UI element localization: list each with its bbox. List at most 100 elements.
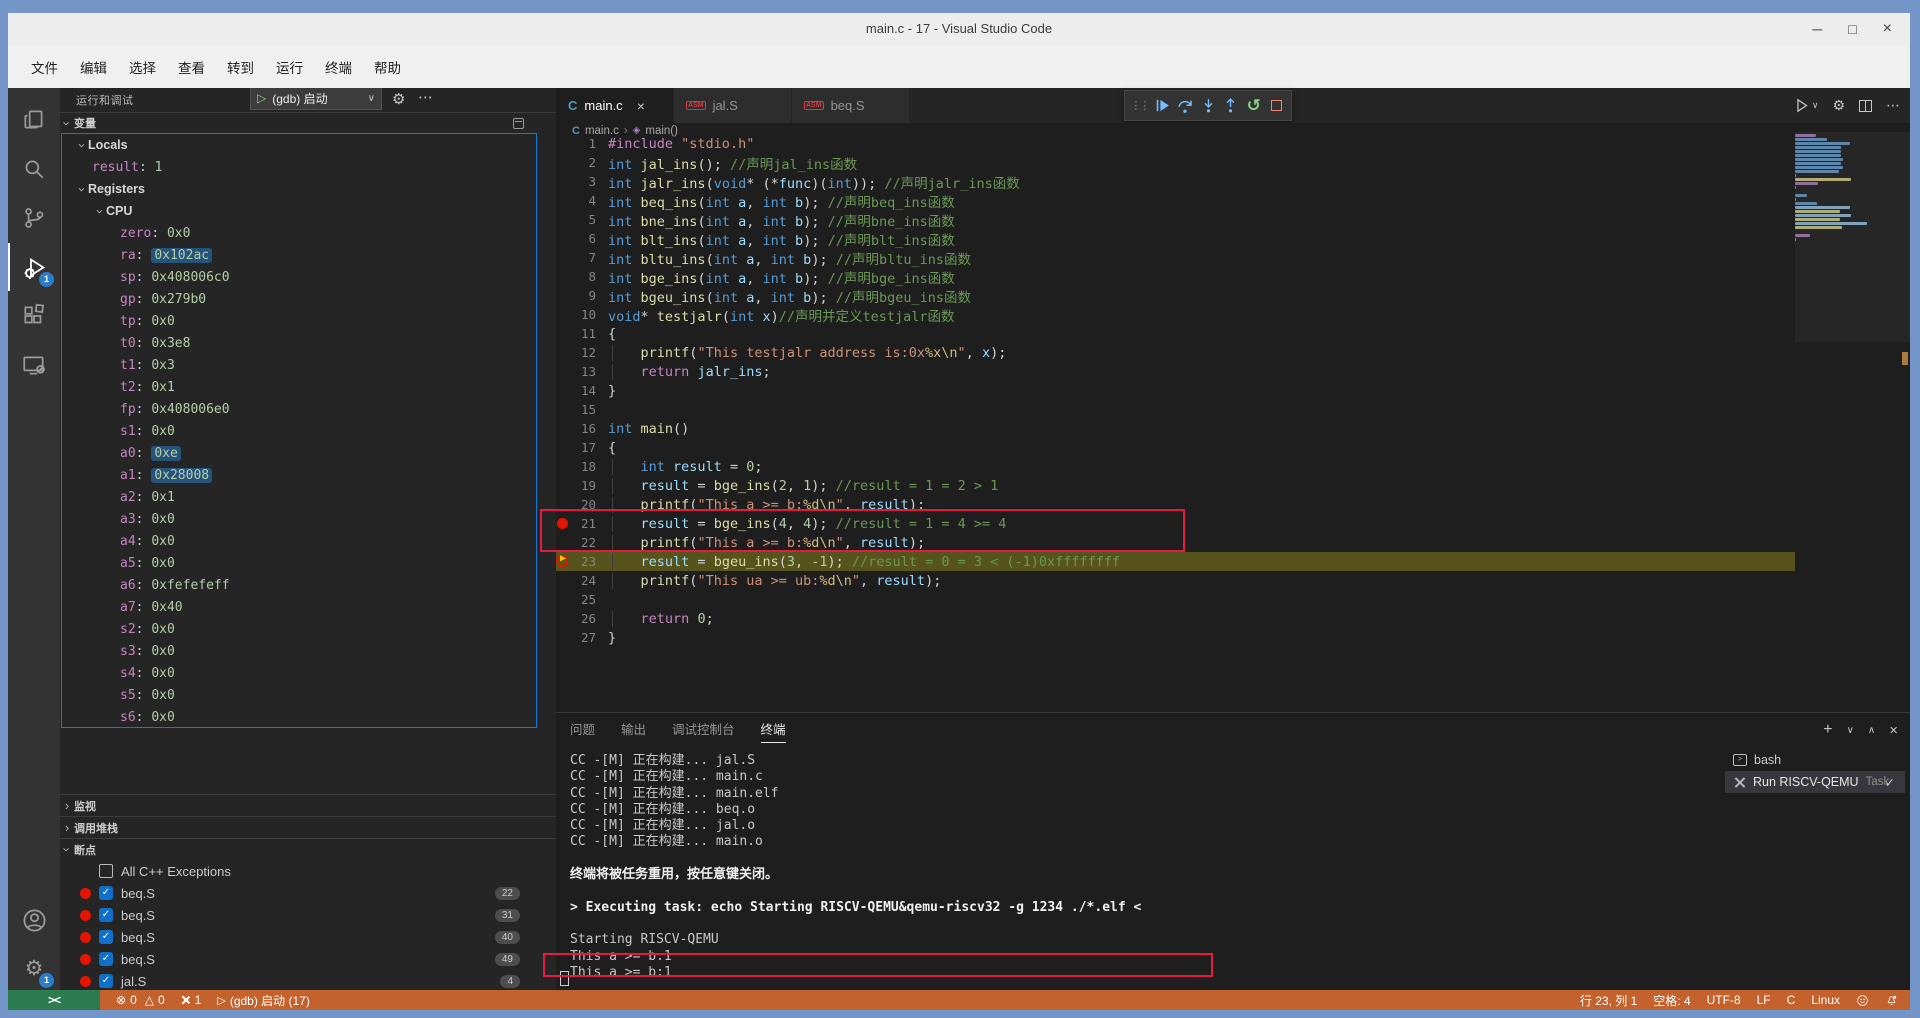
breakpoint-row[interactable]: ✓beq.S40 [60, 926, 556, 948]
continue-button[interactable] [1152, 93, 1173, 119]
code-line[interactable]: 2int jal_ins(); //声明jal_ins函数 [556, 153, 1795, 172]
code-line[interactable]: 3int jalr_ins(void* (*func)(int)); //声明j… [556, 172, 1795, 191]
menu-help[interactable]: 帮助 [365, 53, 410, 81]
explorer-icon[interactable] [8, 96, 60, 144]
indentation[interactable]: 空格: 4 [1645, 992, 1698, 1009]
start-debug-icon[interactable]: ▷ [257, 91, 266, 105]
run-or-debug-icon[interactable]: ∨ [1793, 97, 1819, 114]
code-line[interactable]: 19 result = bge_ins(2, 1); //result = 1 … [556, 476, 1795, 495]
remote-explorer-icon[interactable] [8, 341, 60, 389]
cursor-position[interactable]: 行 23, 列 1 [1572, 992, 1645, 1009]
menu-terminal[interactable]: 终端 [316, 53, 361, 81]
tab-main-c[interactable]: C main.c × [556, 88, 674, 123]
code-line[interactable]: 26 return 0; [556, 609, 1795, 628]
extensions-icon[interactable] [8, 292, 60, 340]
register-row[interactable]: a3: 0x0 [62, 508, 536, 530]
code-line[interactable]: 4int beq_ins(int a, int b); //声明beq_ins函… [556, 191, 1795, 210]
tab-problems[interactable]: 问题 [570, 719, 595, 741]
split-editor-icon[interactable] [1859, 100, 1872, 112]
code-line[interactable]: 14} [556, 381, 1795, 400]
breakpoint-checkbox[interactable]: ✓ [99, 908, 113, 922]
code-line[interactable]: ▶23 result = bgeu_ins(3, -1); //result =… [556, 552, 1795, 571]
code-line[interactable]: 5int bne_ins(int a, int b); //声明bne_ins函… [556, 210, 1795, 229]
terminal-output[interactable]: CC -[M] 正在构建... jal.SCC -[M] 正在构建... mai… [570, 753, 1141, 981]
stop-button[interactable] [1266, 93, 1287, 119]
code-line[interactable]: 6int blt_ins(int a, int b); //声明blt_ins函… [556, 229, 1795, 248]
minimize-button[interactable]: ─ [1812, 21, 1822, 37]
register-row[interactable]: gp: 0x279b0 [62, 288, 536, 310]
tab-jal-s[interactable]: ASM jal.S [674, 88, 792, 123]
problems-status[interactable]: ⊗0 △0 [108, 993, 173, 1007]
collapse-variables-icon[interactable] [513, 118, 524, 129]
close-button[interactable]: × [1883, 20, 1892, 38]
breakpoint-row[interactable]: ✓beq.S31 [60, 904, 556, 926]
register-row[interactable]: t1: 0x3 [62, 354, 536, 376]
breakpoint-checkbox[interactable]: ✓ [99, 974, 113, 988]
code-line[interactable]: 18 int result = 0; [556, 457, 1795, 476]
register-row[interactable]: ra: 0x102ac [62, 244, 536, 266]
encoding[interactable]: UTF-8 [1699, 993, 1749, 1007]
register-row[interactable]: fp: 0x408006e0 [62, 398, 536, 420]
code-line[interactable]: 11{ [556, 324, 1795, 343]
menu-goto[interactable]: 转到 [218, 53, 263, 81]
register-row[interactable]: s5: 0x0 [62, 684, 536, 706]
exceptions-row[interactable]: All C++ Exceptions [60, 860, 556, 882]
settings-gear-icon[interactable]: ⚙ 1 [8, 944, 60, 992]
close-panel-icon[interactable]: × [1889, 722, 1898, 739]
debug-settings-gear-icon[interactable]: ⚙ [392, 90, 405, 108]
eol[interactable]: LF [1749, 993, 1779, 1007]
code-line[interactable]: 24 printf("This ua >= ub:%d\n", result); [556, 571, 1795, 590]
debug-session-status[interactable]: ▷(gdb) 启动 (17) [209, 992, 318, 1009]
accounts-icon[interactable] [8, 896, 60, 944]
register-row[interactable]: a7: 0x40 [62, 596, 536, 618]
launch-config-select[interactable]: ▷ (gdb) 启动 ∨ [250, 88, 382, 110]
cpu-group[interactable]: ›CPU [62, 200, 536, 222]
code-line[interactable]: 15 [556, 400, 1795, 419]
variables-section-header[interactable]: › 变量 [60, 112, 556, 133]
register-row[interactable]: t0: 0x3e8 [62, 332, 536, 354]
menu-file[interactable]: 文件 [22, 53, 67, 81]
code-line[interactable]: 12 printf("This testjalr address is:0x%x… [556, 343, 1795, 362]
code-line[interactable]: 25 [556, 590, 1795, 609]
code-line[interactable]: 1#include "stdio.h" [556, 134, 1795, 153]
source-control-icon[interactable] [8, 194, 60, 242]
code-line[interactable]: 27} [556, 628, 1795, 647]
callstack-section-header[interactable]: ›调用堆栈 [60, 816, 556, 838]
breakpoints-section-header[interactable]: ›断点 [60, 838, 556, 860]
breakpoint-row[interactable]: ✓beq.S22 [60, 882, 556, 904]
tab-output[interactable]: 输出 [621, 719, 646, 741]
terminal-item-bash[interactable]: > bash [1725, 749, 1905, 771]
menu-selection[interactable]: 选择 [120, 53, 165, 81]
code-line[interactable]: 7int bltu_ins(int a, int b); //声明bltu_in… [556, 248, 1795, 267]
code-line[interactable]: 16int main() [556, 419, 1795, 438]
more-actions-icon[interactable]: ⋯ [418, 88, 433, 106]
tab-beq-s[interactable]: ASM beq.S [792, 88, 910, 123]
minimap[interactable] [1795, 134, 1905, 242]
register-row[interactable]: sp: 0x408006c0 [62, 266, 536, 288]
register-row[interactable]: zero: 0x0 [62, 222, 536, 244]
watch-section-header[interactable]: ›监视 [60, 794, 556, 816]
registers-group[interactable]: ›Registers [62, 178, 536, 200]
exceptions-checkbox[interactable] [99, 864, 113, 878]
breakpoint-checkbox[interactable]: ✓ [99, 886, 113, 900]
code-line[interactable]: 10void* testjalr(int x)//声明并定义testjalr函数 [556, 305, 1795, 324]
feedback-icon[interactable] [1848, 994, 1877, 1007]
code-lines[interactable]: 1#include "stdio.h"2int jal_ins(); //声明j… [556, 134, 1795, 647]
code-line[interactable]: 8int bge_ins(int a, int b); //声明bge_ins函… [556, 267, 1795, 286]
code-line[interactable]: 13 return jalr_ins; [556, 362, 1795, 381]
maximize-button[interactable]: □ [1848, 21, 1856, 37]
register-row[interactable]: a5: 0x0 [62, 552, 536, 574]
notifications-bell-icon[interactable] [1877, 993, 1910, 1007]
breakpoint-checkbox[interactable]: ✓ [99, 952, 113, 966]
step-over-button[interactable] [1175, 93, 1196, 119]
register-row[interactable]: s6: 0x0 [62, 706, 536, 728]
remote-indicator[interactable]: >< [8, 990, 100, 1010]
menu-edit[interactable]: 编辑 [71, 53, 116, 81]
tab-terminal[interactable]: 终端 [761, 719, 786, 741]
step-out-button[interactable] [1220, 93, 1241, 119]
tab-debug-console[interactable]: 调试控制台 [672, 719, 735, 741]
register-row[interactable]: a2: 0x1 [62, 486, 536, 508]
register-row[interactable]: s3: 0x0 [62, 640, 536, 662]
breakpoint-row[interactable]: ✓jal.S4 [60, 970, 556, 990]
register-row[interactable]: s4: 0x0 [62, 662, 536, 684]
